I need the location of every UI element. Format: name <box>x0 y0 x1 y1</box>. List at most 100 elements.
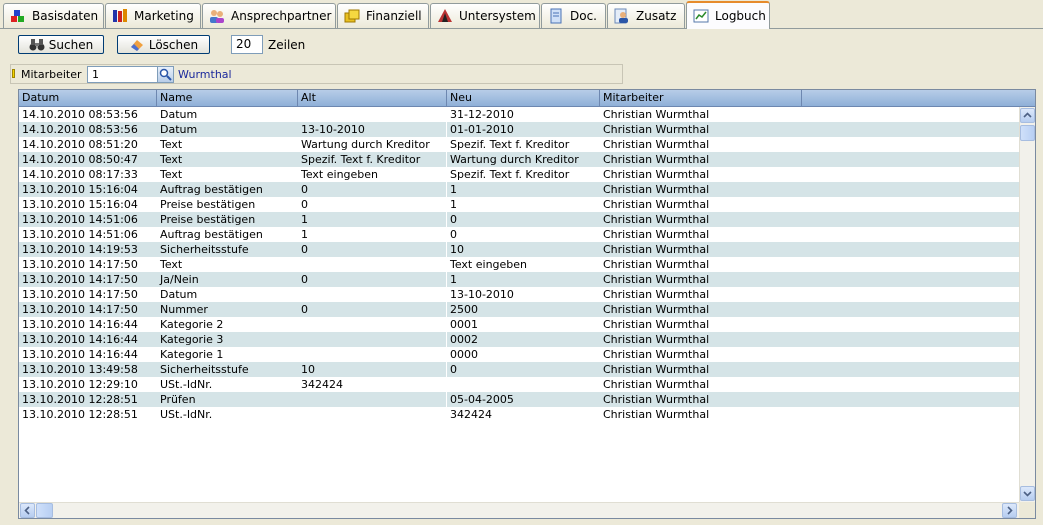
cell-alt: 0 <box>298 182 447 197</box>
cell-neu: 0 <box>450 363 457 376</box>
cell-neu: 10 <box>450 243 464 256</box>
column-header-name[interactable]: Name <box>157 90 298 106</box>
delete-button[interactable]: Löschen <box>117 35 210 54</box>
table-row[interactable]: 13.10.2010 12:29:10 USt.-IdNr. 342424 Chris… <box>19 377 1019 392</box>
scroll-right-button[interactable] <box>1002 503 1017 518</box>
scroll-up-button[interactable] <box>1020 108 1035 123</box>
tab-marketing[interactable]: Marketing <box>105 3 201 28</box>
tab-doc[interactable]: Doc. <box>541 3 606 28</box>
cell-neu: 01-01-2010 <box>450 123 514 136</box>
table-row[interactable]: 14.10.2010 08:53:56 Datum 13-10-2010 01-01-… <box>19 122 1019 137</box>
cell-alt <box>298 332 447 347</box>
cell-alt: Text eingeben <box>298 167 447 182</box>
table-row[interactable]: 13.10.2010 14:17:50 Nummer 0 2500 Christian … <box>19 302 1019 317</box>
table-row[interactable]: 13.10.2010 14:17:50 Text Text eingeben Chri… <box>19 257 1019 272</box>
cell-name: Datum <box>160 108 198 121</box>
cell-alt: 0 <box>298 302 447 317</box>
table-row[interactable]: 13.10.2010 15:16:04 Preise bestätigen 0 1 Ch… <box>19 197 1019 212</box>
lookup-button[interactable] <box>157 66 174 83</box>
table-row[interactable]: 13.10.2010 14:16:44 Kategorie 3 0002 Christ… <box>19 332 1019 347</box>
employee-filter-input[interactable]: 1 <box>87 66 158 83</box>
cell-alt: 1 <box>298 212 447 227</box>
table-row[interactable]: 13.10.2010 14:51:06 Auftrag bestätigen 1 0 C… <box>19 227 1019 242</box>
table-row[interactable]: 13.10.2010 12:28:51 Prüfen 05-04-2005 Chris… <box>19 392 1019 407</box>
column-header-datum[interactable]: Datum <box>19 90 157 106</box>
chevron-right-icon <box>1007 506 1013 515</box>
table-row[interactable]: 13.10.2010 15:16:04 Auftrag bestätigen 0 1 C… <box>19 182 1019 197</box>
chart-icon <box>693 9 709 23</box>
tab-ansprechpartner[interactable]: Ansprechpartner <box>202 3 336 28</box>
person-extra-icon <box>614 8 628 24</box>
cell-datum: 13.10.2010 14:51:06 <box>22 228 138 241</box>
cell-name: Kategorie 1 <box>160 348 224 361</box>
cell-alt: 342424 <box>298 377 447 392</box>
cell-name: Preise bestätigen <box>160 198 256 211</box>
cell-datum: 14.10.2010 08:53:56 <box>22 108 138 121</box>
cell-alt <box>298 392 447 407</box>
table-header: Datum Name Alt Neu Mitarbeiter <box>19 90 1035 107</box>
blocks-icon <box>11 10 24 22</box>
tab-label: Marketing <box>134 9 194 23</box>
search-button[interactable]: Suchen <box>18 35 104 54</box>
cell-neu: 0001 <box>450 318 478 331</box>
scroll-left-button[interactable] <box>20 503 35 518</box>
table-row[interactable]: 13.10.2010 14:17:50 Datum 13-10-2010 Christ… <box>19 287 1019 302</box>
scroll-down-button[interactable] <box>1020 486 1035 501</box>
column-header-alt[interactable]: Alt <box>298 90 447 106</box>
cell-alt <box>298 107 447 122</box>
tab-logbuch[interactable]: Logbuch <box>686 1 770 29</box>
cell-datum: 13.10.2010 12:28:51 <box>22 393 138 406</box>
cell-datum: 13.10.2010 14:17:50 <box>22 303 138 316</box>
cell-datum: 14.10.2010 08:17:33 <box>22 168 138 181</box>
employee-filter-label: Mitarbeiter <box>21 68 82 81</box>
column-header-neu[interactable]: Neu <box>447 90 600 106</box>
table-row[interactable]: 13.10.2010 14:17:50 Ja/Nein 0 1 Christian Wu… <box>19 272 1019 287</box>
cell-mitarbeiter: Christian Wurmthal <box>603 198 710 211</box>
document-icon <box>550 8 562 24</box>
vertical-scrollbar[interactable] <box>1019 107 1035 502</box>
table-row[interactable]: 14.10.2010 08:50:47 Text Spezif. Text f. K… <box>19 152 1019 167</box>
horizontal-scrollbar[interactable] <box>19 502 1019 518</box>
cell-name: Datum <box>160 123 198 136</box>
cell-mitarbeiter: Christian Wurmthal <box>603 318 710 331</box>
cell-alt <box>298 407 447 422</box>
rows-count-input[interactable]: 20 <box>231 35 263 54</box>
people-icon <box>210 10 224 23</box>
vertical-scroll-thumb[interactable] <box>1020 125 1035 141</box>
cell-mitarbeiter: Christian Wurmthal <box>603 108 710 121</box>
cell-datum: 13.10.2010 13:49:58 <box>22 363 138 376</box>
cell-alt: 0 <box>298 272 447 287</box>
cell-datum: 13.10.2010 12:29:10 <box>22 378 138 391</box>
table-row[interactable]: 13.10.2010 14:51:06 Preise bestätigen 1 0 Ch… <box>19 212 1019 227</box>
table-row[interactable]: 13.10.2010 14:19:53 Sicherheitsstufe 0 10 Ch… <box>19 242 1019 257</box>
cell-neu: Spezif. Text f. Kreditor <box>450 168 570 181</box>
tab-label: Logbuch <box>715 9 766 23</box>
tab-untersystem[interactable]: Untersystem <box>430 3 540 28</box>
cell-neu: 1 <box>450 183 457 196</box>
tab-finanziell[interactable]: Finanziell <box>337 3 429 28</box>
cell-neu: 0 <box>450 228 457 241</box>
cell-alt: Wartung durch Kreditor <box>298 137 447 152</box>
cell-datum: 13.10.2010 15:16:04 <box>22 183 138 196</box>
table-row[interactable]: 14.10.2010 08:53:56 Datum 31-12-2010 Christ… <box>19 107 1019 122</box>
table-row[interactable]: 14.10.2010 08:17:33 Text Text eingeben Spez… <box>19 167 1019 182</box>
table-row[interactable]: 13.10.2010 14:16:44 Kategorie 2 0001 Christ… <box>19 317 1019 332</box>
table-row[interactable]: 13.10.2010 12:28:51 USt.-IdNr. 342424 Chris… <box>19 407 1019 422</box>
cell-neu: Spezif. Text f. Kreditor <box>450 138 570 151</box>
table-row[interactable]: 13.10.2010 13:49:58 Sicherheitsstufe 10 0 Ch… <box>19 362 1019 377</box>
tab-zusatz[interactable]: Zusatz <box>607 3 685 28</box>
table-row[interactable]: 13.10.2010 14:16:44 Kategorie 1 0000 Christ… <box>19 347 1019 362</box>
column-header-mitarbeiter[interactable]: Mitarbeiter <box>600 90 802 106</box>
cell-neu: 1 <box>450 198 457 211</box>
cell-datum: 14.10.2010 08:50:47 <box>22 153 138 166</box>
table-row[interactable]: 14.10.2010 08:51:20 Text Wartung durch Kre… <box>19 137 1019 152</box>
horizontal-scroll-thumb[interactable] <box>36 503 53 518</box>
cell-mitarbeiter: Christian Wurmthal <box>603 333 710 346</box>
cell-name: Prüfen <box>160 393 196 406</box>
cell-neu: Wartung durch Kreditor <box>450 153 579 166</box>
cell-mitarbeiter: Christian Wurmthal <box>603 138 710 151</box>
cell-datum: 13.10.2010 14:16:44 <box>22 348 138 361</box>
tab-label: Untersystem <box>459 9 536 23</box>
tab-basisdaten[interactable]: Basisdaten <box>3 3 104 28</box>
tab-label: Ansprechpartner <box>231 9 332 23</box>
